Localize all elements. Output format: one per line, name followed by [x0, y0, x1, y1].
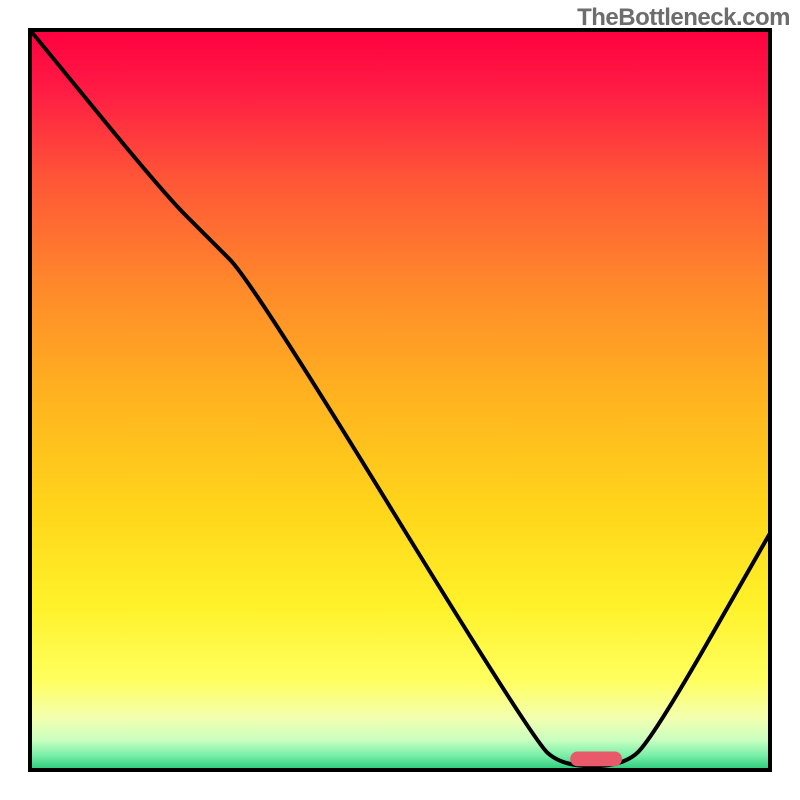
watermark-text: TheBottleneck.com	[577, 4, 790, 32]
plot-area	[30, 30, 770, 770]
gradient-background	[30, 30, 770, 770]
chart-container: TheBottleneck.com	[0, 0, 800, 800]
bottleneck-plot	[0, 0, 800, 800]
optimum-marker	[570, 752, 622, 767]
